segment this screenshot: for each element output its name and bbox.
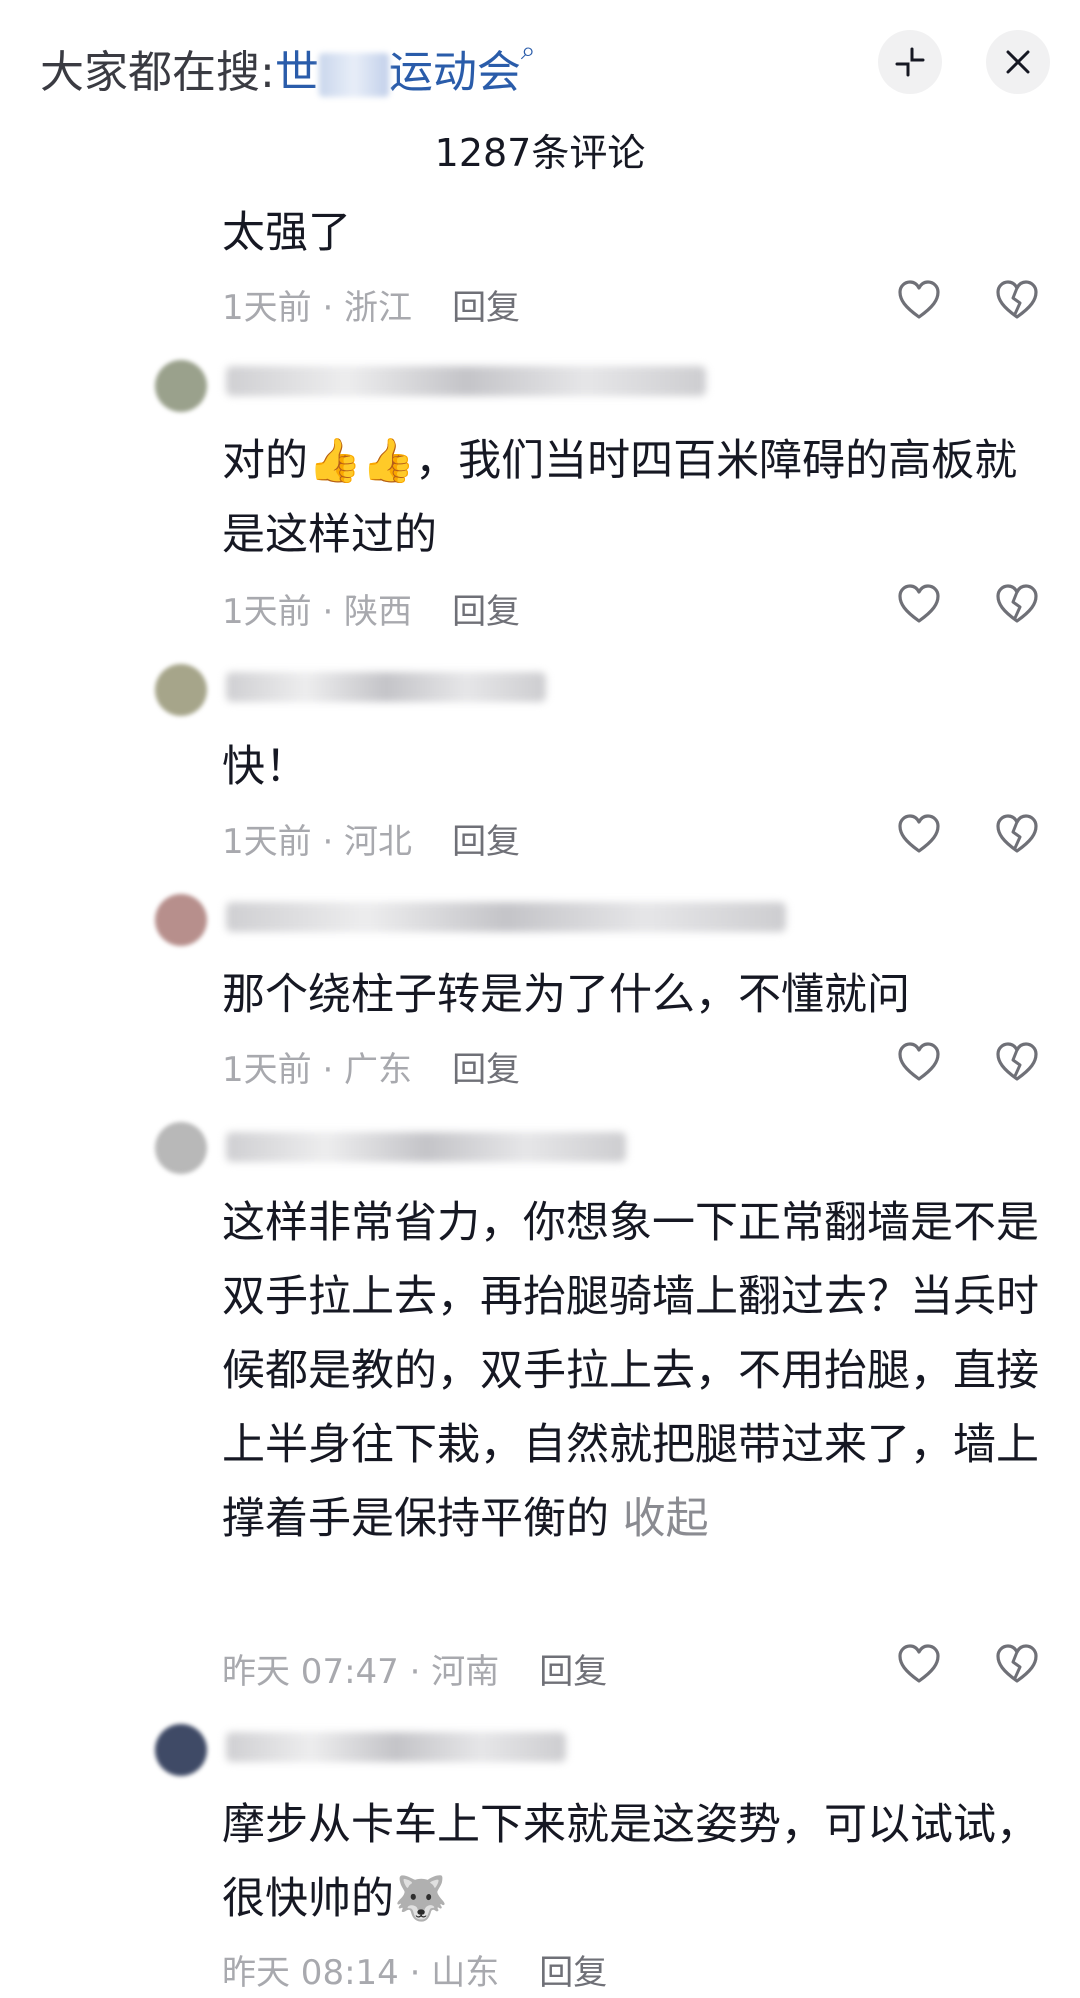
comment-time-location: 1天前 · 陕西 xyxy=(222,592,413,632)
broken-heart-icon[interactable] xyxy=(993,276,1041,324)
comment-meta: 昨天 07:47 · 河南 回复 xyxy=(222,1644,607,1693)
comment-meta: 1天前 · 河北 回复 xyxy=(222,814,520,863)
reply-button[interactable]: 回复 xyxy=(452,592,520,632)
avatar[interactable] xyxy=(155,360,207,412)
broken-heart-icon[interactable] xyxy=(993,580,1041,628)
comment-meta: 1天前 · 浙江 回复 xyxy=(222,280,520,329)
heart-outline-icon[interactable] xyxy=(895,810,943,858)
avatar[interactable] xyxy=(155,664,207,716)
broken-heart-icon[interactable] xyxy=(993,1038,1041,1086)
reply-button[interactable]: 回复 xyxy=(452,822,520,862)
comment-meta: 1天前 · 陕西 回复 xyxy=(222,584,520,633)
comment-count-title: 1287条评论 xyxy=(434,131,646,175)
search-hint-prefix: 大家都在搜: xyxy=(40,47,275,98)
comment-text: 快！ xyxy=(222,742,308,792)
collapse-button[interactable]: 收起 xyxy=(609,1494,709,1544)
comment-text: 那个绕柱子转是为了什么，不懂就问 xyxy=(222,970,910,1020)
avatar[interactable] xyxy=(155,1122,207,1174)
close-button[interactable] xyxy=(986,30,1050,94)
trending-search-hint[interactable]: 大家都在搜:世 运动会⌕ xyxy=(40,36,535,100)
comment-body: 这样非常省力，你想象一下正常翻墙是不是双手拉上去，再抬腿骑墙上翻过去？当兵时候都… xyxy=(222,1198,1039,1544)
username-blurred[interactable] xyxy=(226,366,706,396)
search-icon: ⌕ xyxy=(520,36,536,66)
username-blurred[interactable] xyxy=(226,672,546,702)
comment-meta: 昨天 08:14 · 山东 回复 xyxy=(222,1945,607,1994)
avatar[interactable] xyxy=(155,1724,207,1776)
comment-time-location: 1天前 · 浙江 xyxy=(222,288,413,328)
avatar[interactable] xyxy=(155,894,207,946)
expand-button[interactable] xyxy=(878,30,942,94)
heart-outline-icon[interactable] xyxy=(895,1038,943,1086)
comment-time-location: 昨天 07:47 · 河南 xyxy=(222,1652,500,1692)
reply-button[interactable]: 回复 xyxy=(452,1050,520,1090)
username-blurred[interactable] xyxy=(226,1732,566,1762)
reply-button[interactable]: 回复 xyxy=(452,288,520,328)
close-icon xyxy=(1006,50,1030,74)
comment-time-location: 1天前 · 广东 xyxy=(222,1050,413,1090)
username-blurred[interactable] xyxy=(226,1132,626,1162)
comment-text: 摩步从卡车上下来就是这姿势，可以试试，很快帅的🐺 xyxy=(222,1800,1039,1924)
comment-text: 这样非常省力，你想象一下正常翻墙是不是双手拉上去，再抬腿骑墙上翻过去？当兵时候都… xyxy=(222,1186,1042,1556)
reply-button[interactable]: 回复 xyxy=(539,1953,607,1993)
blurred-keyword xyxy=(318,53,389,97)
search-keyword: 运动会 xyxy=(388,47,521,98)
broken-heart-icon[interactable] xyxy=(993,810,1041,858)
comment-text: 太强了 xyxy=(222,208,351,258)
reply-button[interactable]: 回复 xyxy=(539,1652,607,1692)
top-bar: 大家都在搜:世 运动会⌕ xyxy=(0,0,1080,120)
username-blurred[interactable] xyxy=(226,902,786,932)
comment-meta: 1天前 · 广东 回复 xyxy=(222,1042,520,1091)
broken-heart-icon[interactable] xyxy=(993,1640,1041,1688)
comment-time-location: 1天前 · 河北 xyxy=(222,822,413,862)
expand-arrows-icon xyxy=(895,47,925,77)
heart-outline-icon[interactable] xyxy=(895,1640,943,1688)
search-keyword-lead: 世 xyxy=(274,47,319,98)
heart-outline-icon[interactable] xyxy=(895,580,943,628)
comment-text: 对的👍👍，我们当时四百米障碍的高板就是这样过的 xyxy=(222,436,1018,560)
comment-time-location: 昨天 08:14 · 山东 xyxy=(222,1953,500,1993)
heart-outline-icon[interactable] xyxy=(895,276,943,324)
